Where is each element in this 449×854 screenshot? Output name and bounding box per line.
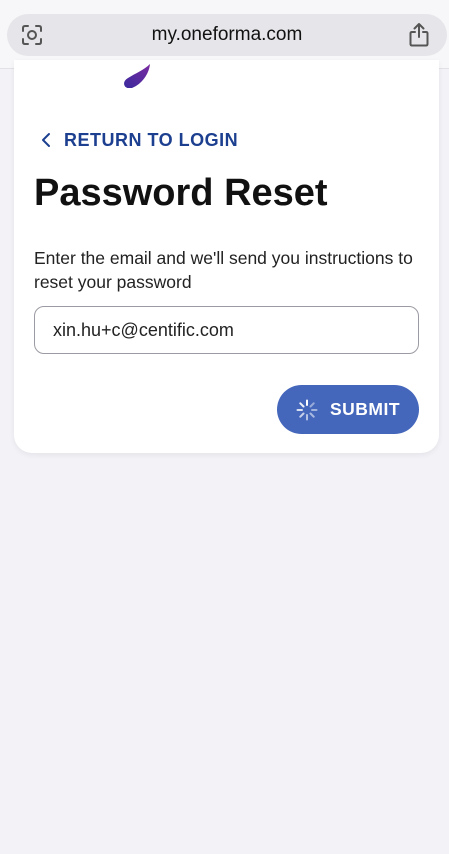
- browser-top-bar: my.oneforma.com: [0, 0, 449, 69]
- submit-label: SUBMIT: [329, 399, 401, 419]
- instructions-text: Enter the email and we'll send you instr…: [34, 248, 413, 292]
- address-bar[interactable]: my.oneforma.com: [7, 14, 447, 56]
- logo-drop-icon: [124, 64, 150, 88]
- page-title: Password Reset: [34, 172, 328, 214]
- return-to-login-link[interactable]: RETURN TO LOGIN: [40, 128, 238, 152]
- email-field[interactable]: [34, 306, 419, 354]
- loading-spinner-icon: [296, 399, 318, 420]
- url-text[interactable]: my.oneforma.com: [7, 14, 447, 56]
- share-icon[interactable]: [407, 22, 431, 48]
- reset-card: RETURN TO LOGIN Password Reset Enter the…: [14, 60, 439, 453]
- return-link-label: RETURN TO LOGIN: [64, 129, 239, 150]
- submit-button[interactable]: SUBMIT: [277, 385, 419, 434]
- chevron-left-icon: [42, 133, 50, 147]
